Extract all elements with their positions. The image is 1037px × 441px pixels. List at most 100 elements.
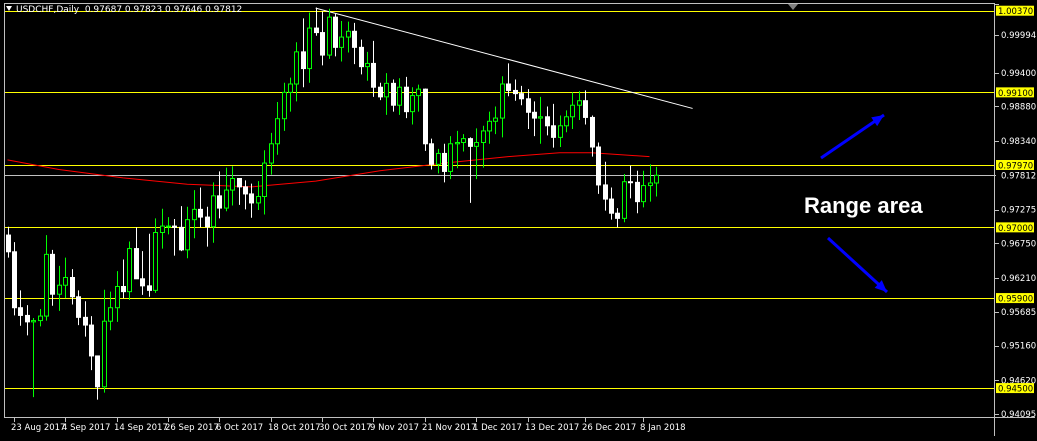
candle-body — [320, 32, 325, 56]
price-tick-label: 0.96750 — [1001, 239, 1036, 249]
symbol-label: USDCHF,Daily — [16, 5, 80, 15]
time-tick-label: 6 Oct 2017 — [216, 423, 263, 433]
candle-body — [333, 16, 338, 48]
candle-body — [570, 104, 575, 118]
level-price-label: 0.97970 — [998, 162, 1033, 172]
candle-body — [243, 186, 248, 195]
candle-body — [500, 83, 505, 119]
chart-menu-triangle-icon[interactable] — [6, 6, 12, 11]
candle-body — [192, 208, 197, 221]
time-tick-label: 26 Sep 2017 — [165, 423, 219, 433]
time-tick-label: 8 Jan 2018 — [640, 423, 686, 433]
candle-body — [339, 36, 344, 48]
candle-body — [583, 100, 588, 118]
candle-body — [6, 234, 11, 253]
price-tick-label: 0.98880 — [1001, 103, 1036, 113]
candle-body — [635, 181, 640, 203]
price-tick-label: 0.95685 — [1001, 308, 1036, 318]
candle-body — [198, 208, 203, 218]
candle-body — [57, 284, 62, 295]
candle-body — [134, 248, 139, 280]
candle-body — [140, 278, 145, 287]
candle-body — [577, 100, 582, 106]
candle-body — [44, 253, 49, 317]
candle-body — [359, 46, 364, 68]
candle — [622, 174, 627, 223]
candle-body — [622, 181, 627, 219]
candle-body — [89, 324, 94, 357]
candle-body — [50, 253, 55, 295]
candle-body — [301, 51, 306, 70]
candle-body — [545, 116, 550, 127]
candle-body — [590, 116, 595, 148]
candle-body — [275, 118, 280, 145]
price-tick-label: 0.96210 — [1001, 274, 1036, 284]
time-tick-label: 18 Oct 2017 — [268, 423, 321, 433]
candle-body — [269, 143, 274, 164]
candle-body — [102, 320, 107, 388]
candle-body — [603, 184, 608, 200]
price-tick-label: 0.94095 — [1001, 410, 1036, 420]
time-tick-label: 26 Dec 2017 — [582, 423, 636, 433]
candle-body — [352, 30, 357, 48]
candle-body — [371, 62, 376, 88]
candle-body — [205, 216, 210, 228]
level-price-label: 0.95900 — [998, 295, 1033, 305]
candle-body — [455, 142, 460, 145]
candle-body — [237, 178, 242, 188]
candle — [12, 242, 17, 316]
candle-body — [648, 182, 653, 187]
candle-body — [410, 95, 415, 113]
price-tick-label: 0.99400 — [1001, 69, 1036, 79]
candle-body — [288, 83, 293, 93]
candle-body — [615, 212, 620, 219]
candle-body — [38, 315, 43, 322]
candle-body — [327, 16, 332, 56]
candle-body — [294, 51, 299, 85]
price-tick-label: 0.98340 — [1001, 137, 1036, 147]
candle-body — [654, 174, 659, 184]
level-price-label: 1.00370 — [998, 7, 1033, 17]
candle-body — [63, 277, 68, 286]
level-price-label: 0.99100 — [998, 89, 1033, 99]
candle-body — [474, 142, 479, 147]
candle-body — [558, 125, 563, 138]
candle-body — [468, 138, 473, 147]
time-tick-label: 23 Aug 2017 — [11, 423, 65, 433]
candle-body — [18, 307, 23, 316]
candle-body — [127, 248, 132, 293]
candle-body — [31, 320, 36, 323]
candle-body — [83, 316, 88, 326]
candle-body — [384, 82, 389, 98]
candle-body — [256, 196, 261, 204]
candle-body — [493, 117, 498, 122]
candle-body — [230, 178, 235, 191]
time-tick-label: 13 Dec 2017 — [525, 423, 579, 433]
candle-body — [436, 152, 441, 165]
candle-body — [115, 286, 120, 309]
candle-body — [95, 355, 100, 388]
candle-body — [416, 88, 421, 97]
time-tick-label: 9 Nov 2017 — [370, 423, 419, 433]
price-tick-label: 0.99994 — [1001, 31, 1036, 41]
candle-body — [628, 181, 633, 184]
candle-body — [147, 285, 152, 291]
candle-body — [461, 138, 466, 143]
candle-body — [160, 225, 165, 233]
candle-body — [526, 98, 531, 113]
candle-body — [397, 86, 402, 106]
chart-window[interactable]: 0.99994 0.99400 0.98880 0.98340 0.97275 0.967… — [0, 0, 1037, 441]
candle-body — [346, 30, 351, 38]
candlestick-chart[interactable]: 0.99994 0.99400 0.98880 0.98340 0.97275 0.967… — [0, 0, 1037, 441]
candle-body — [262, 162, 267, 197]
candle-body — [25, 314, 30, 323]
candle-body — [404, 86, 409, 113]
ohlc-values: 0.97687 0.97823 0.97646 0.97812 — [84, 5, 243, 15]
level-price-label: 0.97000 — [998, 224, 1033, 234]
candle-body — [609, 198, 614, 214]
candle-body — [487, 120, 492, 132]
candle-body — [217, 195, 222, 209]
candle-body — [224, 189, 229, 209]
time-tick-label: 21 Nov 2017 — [422, 423, 476, 433]
candle-body — [506, 83, 511, 91]
